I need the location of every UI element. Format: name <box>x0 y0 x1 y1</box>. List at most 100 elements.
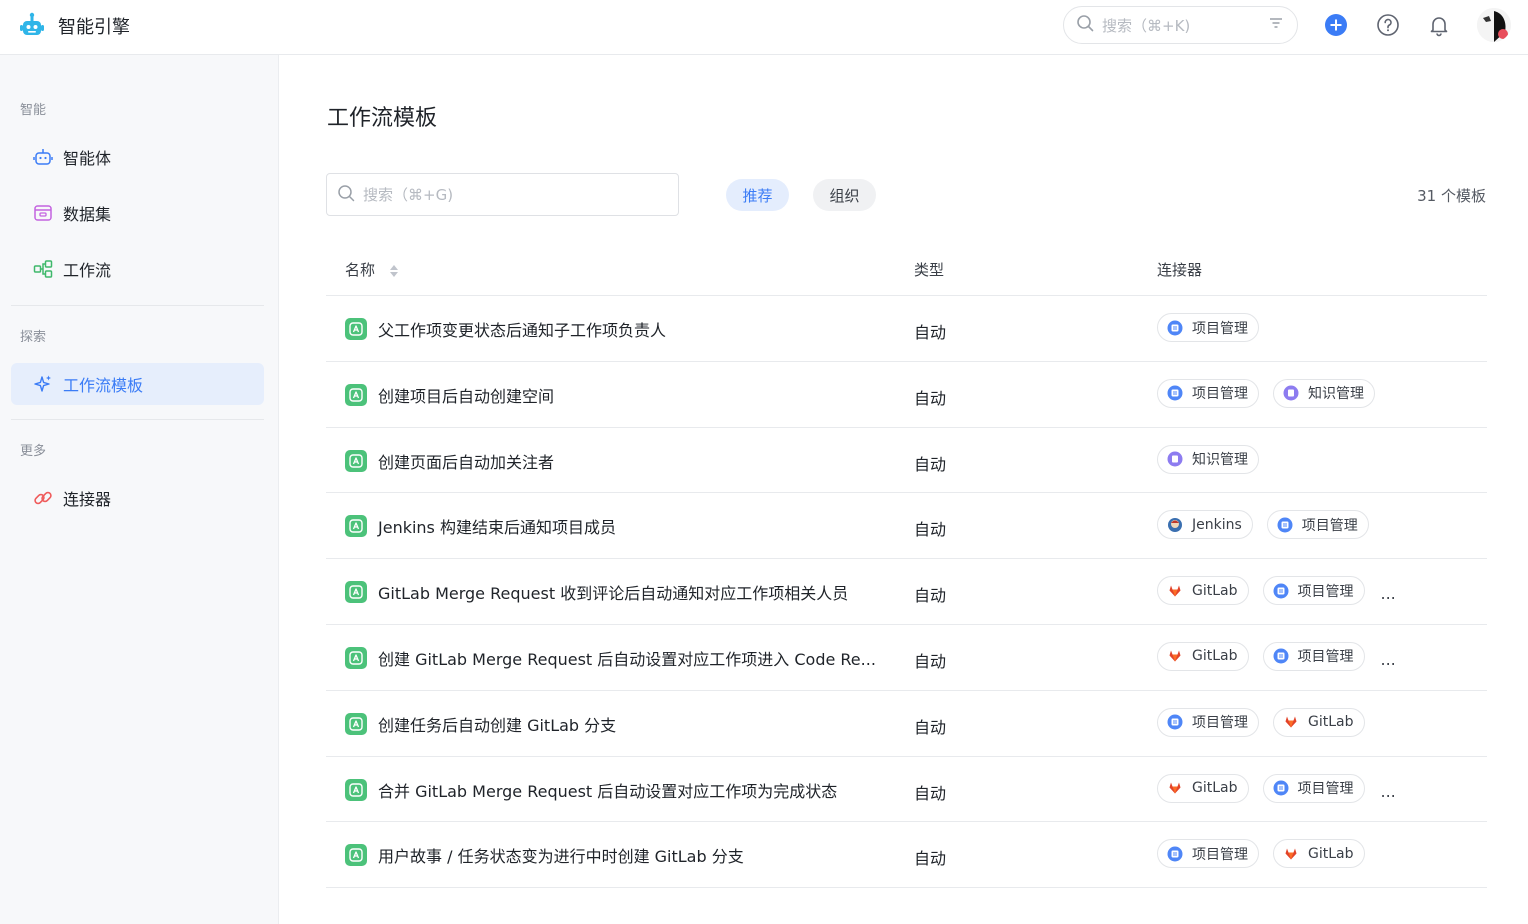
connector-tag-label: 知识管理 <box>1308 386 1364 403</box>
template-name[interactable]: Jenkins 构建结束后通知项目成员 <box>345 514 616 538</box>
connector-tag[interactable]: Jenkins <box>1157 510 1253 540</box>
sidebar-item-label: 工作流 <box>63 261 112 280</box>
template-count: 31 个模板 <box>1417 187 1486 205</box>
column-header-name[interactable]: 名称 <box>345 259 398 280</box>
connector-tag[interactable]: 知识管理 <box>1157 444 1259 474</box>
sidebar-item-label: 工作流模板 <box>63 376 144 395</box>
dataset-icon <box>33 203 53 223</box>
template-name-label: Jenkins 构建结束后通知项目成员 <box>378 518 616 538</box>
more-connectors[interactable]: ... <box>1381 782 1396 801</box>
gitlab-icon <box>1167 648 1183 664</box>
connector-tag[interactable]: 项目管理 <box>1262 773 1365 803</box>
template-name[interactable]: 创建项目后自动创建空间 <box>345 383 554 407</box>
filter-icon[interactable] <box>1267 14 1285 36</box>
template-name[interactable]: 创建任务后自动创建 GitLab 分支 <box>345 712 616 736</box>
more-connectors[interactable]: ... <box>1381 584 1396 603</box>
connector-tag[interactable]: 项目管理 <box>1157 313 1259 342</box>
template-search-input[interactable]: 搜索（⌘+G) <box>326 173 679 216</box>
connector-tag[interactable]: 项目管理 <box>1262 641 1365 671</box>
project-icon <box>1167 320 1183 336</box>
connector-tag-label: 项目管理 <box>1301 517 1358 534</box>
connector-tag-label: GitLab <box>1308 845 1354 862</box>
connector-tag[interactable]: GitLab <box>1273 839 1365 869</box>
connector-list: 项目管理 知识管理 <box>1157 378 1389 408</box>
table-body: 父工作项变更状态后通知子工作项负责人 自动 项目管理 创建项目后自动创建空间 自动 项目管… <box>326 296 1487 889</box>
template-name-label: 创建页面后自动加关注者 <box>378 452 555 472</box>
workflow-template-icon <box>345 844 367 867</box>
template-search-placeholder: 搜索（⌘+G) <box>363 186 454 204</box>
connector-tag[interactable]: 项目管理 <box>1266 510 1369 540</box>
table-row[interactable]: 合并 GitLab Merge Request 后自动设置对应工作项为完成状态 自… <box>326 757 1487 823</box>
sidebar-item-label: 连接器 <box>63 490 112 509</box>
sort-icon[interactable] <box>389 264 398 277</box>
template-type: 自动 <box>914 520 947 540</box>
brand[interactable]: 智能引擎 <box>18 12 130 40</box>
table-row[interactable]: 用户故事 / 任务状态变为进行中时创建 GitLab 分支 自动 项目管理 GitLa… <box>326 822 1487 889</box>
user-avatar[interactable] <box>1477 8 1511 42</box>
sidebar-item-agents[interactable]: 智能体 <box>11 136 264 178</box>
template-name-label: 合并 GitLab Merge Request 后自动设置对应工作项为完成状态 <box>378 781 838 801</box>
column-header-name-label: 名称 <box>345 261 376 279</box>
connector-tag[interactable]: 项目管理 <box>1157 839 1259 869</box>
knowledge-icon <box>1283 385 1299 401</box>
connector-tag[interactable]: GitLab <box>1157 576 1249 606</box>
workflow-template-icon <box>345 383 367 406</box>
filter-organization[interactable]: 组织 <box>813 179 876 211</box>
template-type: 自动 <box>914 586 947 606</box>
global-search-input[interactable]: 搜索（⌘+K) <box>1063 6 1298 44</box>
template-name[interactable]: 合并 GitLab Merge Request 后自动设置对应工作项为完成状态 <box>345 778 837 802</box>
template-name[interactable]: 父工作项变更状态后通知子工作项负责人 <box>345 317 666 341</box>
connector-list: 项目管理 GitLab <box>1157 839 1379 869</box>
sidebar-item-workflow-templates[interactable]: 工作流模板 <box>11 363 264 405</box>
workflow-template-icon <box>345 318 367 340</box>
connector-tag-label: 项目管理 <box>1297 583 1354 600</box>
filter-recommended[interactable]: 推荐 <box>726 179 789 211</box>
workflow-template-icon <box>345 712 367 735</box>
table-row[interactable]: 创建 GitLab Merge Request 后自动设置对应工作项进入 Cod… <box>326 625 1487 691</box>
plus-circle-icon[interactable] <box>1323 12 1349 38</box>
connector-tag[interactable]: GitLab <box>1157 773 1249 803</box>
project-icon <box>1167 714 1183 730</box>
sidebar-item-workflows[interactable]: 工作流 <box>11 248 264 290</box>
template-name[interactable]: 创建 GitLab Merge Request 后自动设置对应工作项进入 Cod… <box>345 646 876 670</box>
template-name-label: 创建任务后自动创建 GitLab 分支 <box>378 715 617 735</box>
connector-tag-label: GitLab <box>1192 780 1238 797</box>
template-name[interactable]: 用户故事 / 任务状态变为进行中时创建 GitLab 分支 <box>345 843 744 867</box>
connector-tag[interactable]: GitLab <box>1157 641 1249 671</box>
sparkle-icon <box>33 374 53 394</box>
connector-tag[interactable]: 项目管理 <box>1157 707 1259 737</box>
table-row[interactable]: 创建任务后自动创建 GitLab 分支 自动 项目管理 GitLab <box>326 691 1487 757</box>
bell-icon[interactable] <box>1426 12 1452 38</box>
template-name[interactable]: GitLab Merge Request 收到评论后自动通知对应工作项相关人员 <box>345 580 848 604</box>
connector-tag-label: 项目管理 <box>1192 320 1248 337</box>
table-row[interactable]: 父工作项变更状态后通知子工作项负责人 自动 项目管理 <box>326 296 1487 362</box>
gitlab-icon <box>1167 780 1183 796</box>
table-row[interactable]: 创建项目后自动创建空间 自动 项目管理 知识管理 <box>326 362 1487 428</box>
connector-tag-label: 知识管理 <box>1192 452 1248 469</box>
knowledge-icon <box>1167 451 1183 467</box>
connector-list: Jenkins 项目管理 <box>1157 510 1383 540</box>
table-row[interactable]: Jenkins 构建结束后通知项目成员 自动 Jenkins 项目管理 <box>326 493 1487 560</box>
connector-list: GitLab 项目管理... <box>1157 641 1396 671</box>
table-row[interactable]: 创建页面后自动加关注者 自动 知识管理 <box>326 428 1487 494</box>
search-icon <box>1076 14 1094 36</box>
sidebar-item-datasets[interactable]: 数据集 <box>11 192 264 234</box>
search-icon <box>337 184 355 206</box>
connector-tag[interactable]: 项目管理 <box>1157 378 1259 408</box>
template-name-label: 创建项目后自动创建空间 <box>378 386 555 406</box>
connector-tag[interactable]: 知识管理 <box>1273 378 1375 408</box>
project-icon <box>1273 780 1289 796</box>
project-icon <box>1273 583 1289 599</box>
sidebar-item-label: 智能体 <box>63 149 112 168</box>
connector-tag[interactable]: GitLab <box>1273 707 1365 737</box>
help-icon[interactable] <box>1375 12 1401 38</box>
connector-tag[interactable]: 项目管理 <box>1262 576 1365 606</box>
template-name[interactable]: 创建页面后自动加关注者 <box>345 449 554 473</box>
sidebar-item-connectors[interactable]: 连接器 <box>11 477 264 519</box>
workflow-template-icon <box>345 581 367 604</box>
template-type: 自动 <box>914 323 947 342</box>
template-type: 自动 <box>914 651 947 671</box>
link-icon <box>33 488 53 508</box>
more-connectors[interactable]: ... <box>1381 650 1396 669</box>
table-row[interactable]: GitLab Merge Request 收到评论后自动通知对应工作项相关人员 自… <box>326 559 1487 625</box>
